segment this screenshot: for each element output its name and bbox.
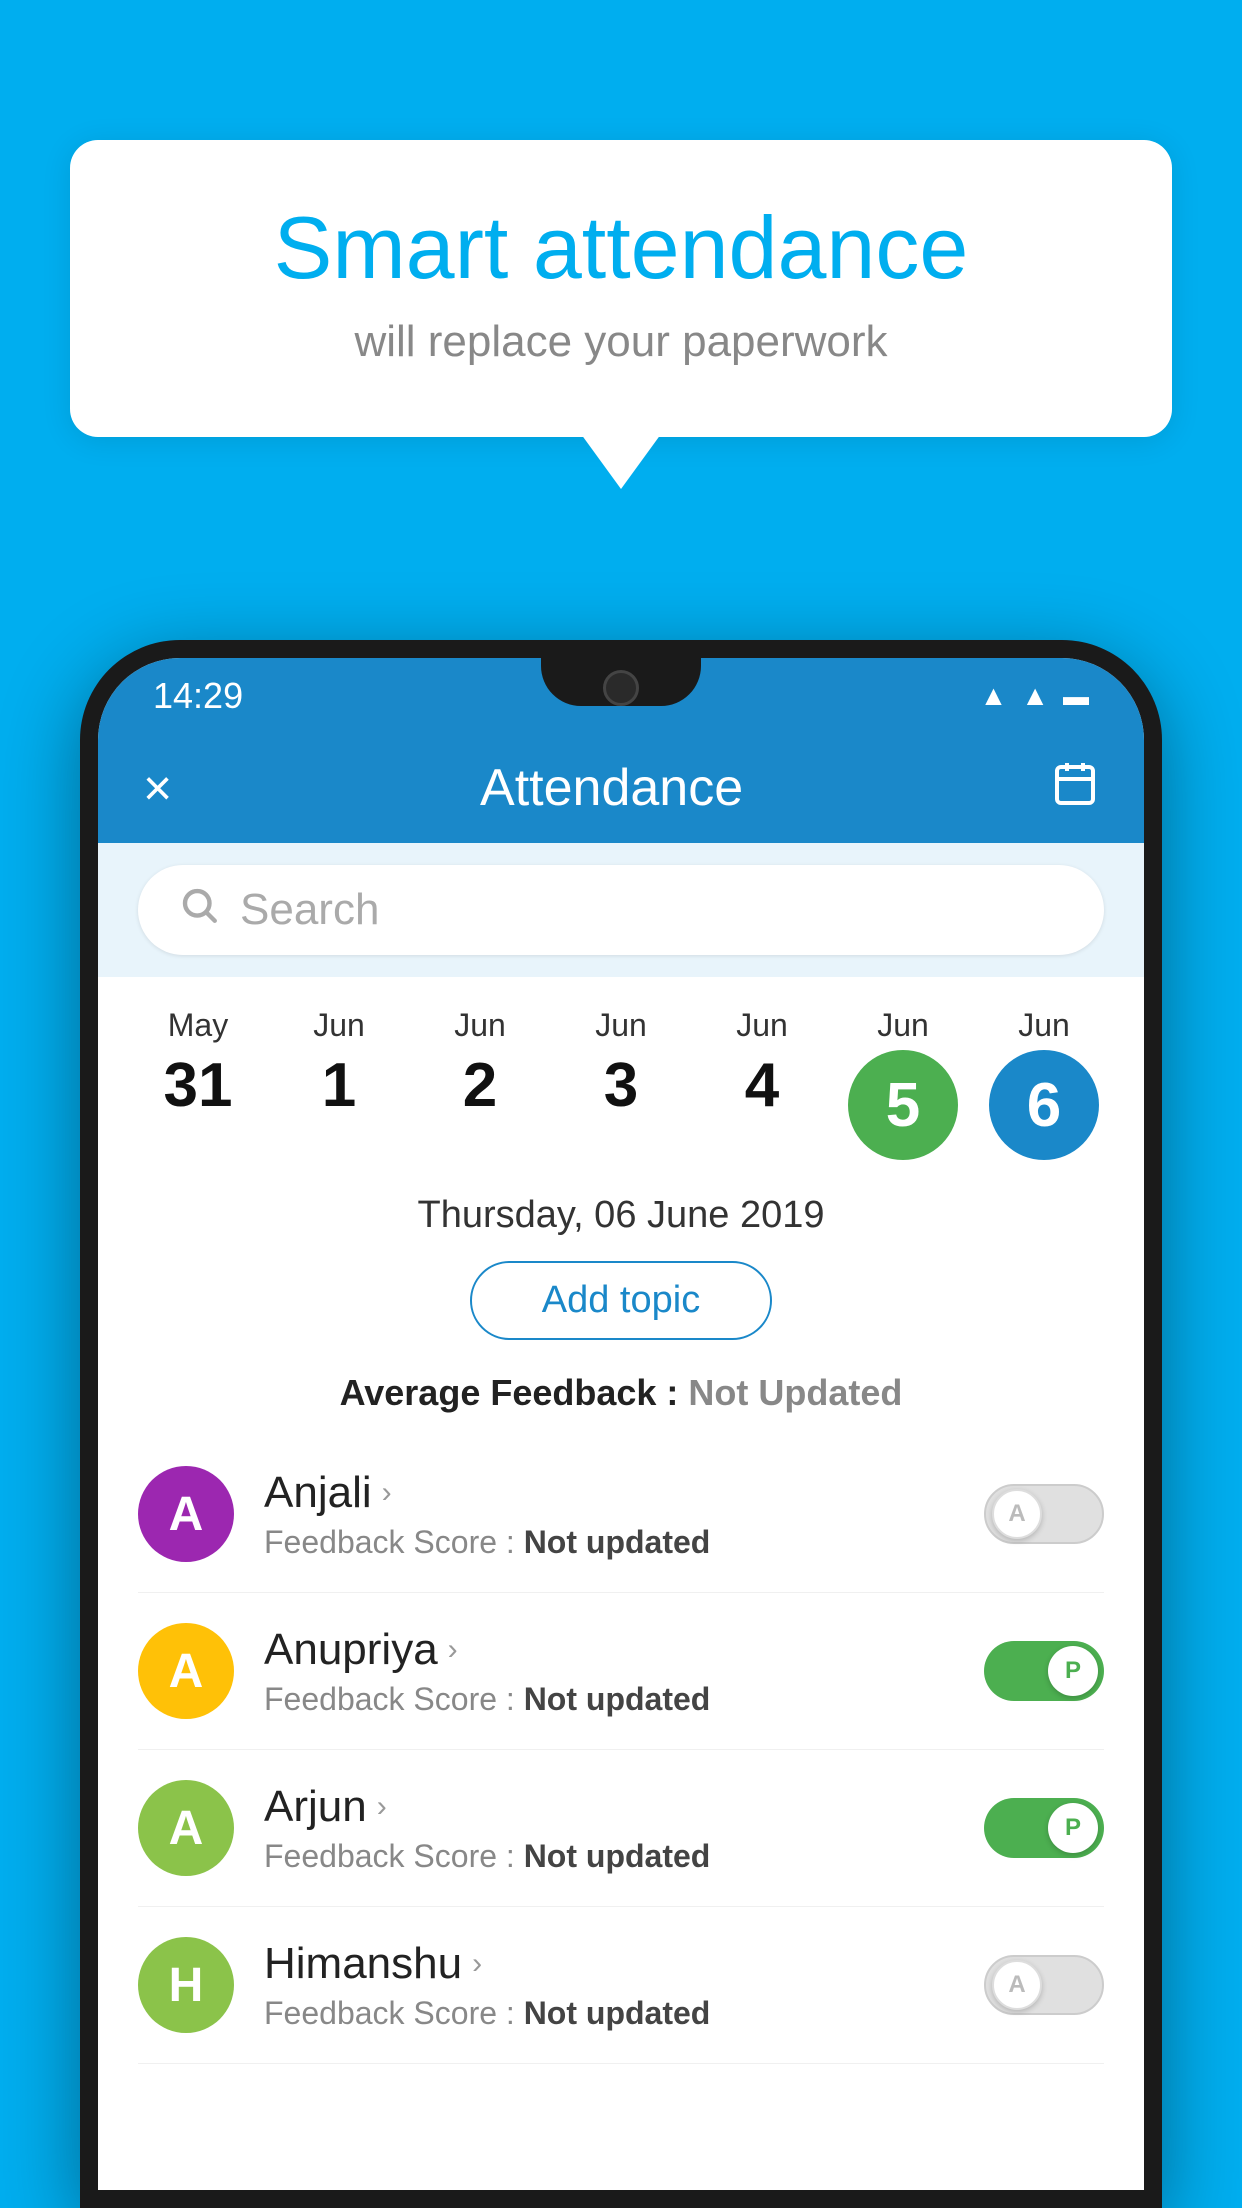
feedback-value: Not updated	[524, 1838, 711, 1874]
toggle-container[interactable]: P	[984, 1641, 1104, 1701]
toggle-knob: A	[992, 1489, 1042, 1539]
attendance-toggle[interactable]: A	[984, 1955, 1104, 2015]
attendance-toggle[interactable]: A	[984, 1484, 1104, 1544]
close-button[interactable]: ×	[143, 759, 172, 817]
student-feedback: Feedback Score : Not updated	[264, 1681, 954, 1718]
app-bar: × Attendance	[98, 733, 1144, 843]
student-feedback: Feedback Score : Not updated	[264, 1838, 954, 1875]
cal-day: 2	[463, 1050, 497, 1121]
student-info: Himanshu › Feedback Score : Not updated	[264, 1939, 954, 2032]
toggle-knob: P	[1048, 1646, 1098, 1696]
student-name: Arjun ›	[264, 1782, 954, 1832]
cal-month: Jun	[736, 1007, 788, 1044]
cal-day: 31	[164, 1050, 233, 1121]
chevron-icon: ›	[382, 1476, 392, 1510]
toggle-knob: P	[1048, 1803, 1098, 1853]
student-item-0[interactable]: A Anjali › Feedback Score : Not updated A	[138, 1436, 1104, 1593]
student-name: Anjali ›	[264, 1468, 954, 1518]
battery-icon	[1063, 679, 1089, 713]
search-bar-container: Search	[98, 843, 1144, 977]
app-bar-title: Attendance	[480, 758, 743, 818]
speech-bubble-title: Smart attendance	[150, 200, 1092, 297]
calendar-day-6[interactable]: Jun 6	[984, 1007, 1104, 1160]
calendar-icon[interactable]	[1051, 759, 1099, 818]
chevron-icon: ›	[377, 1790, 387, 1824]
cal-month: Jun	[313, 1007, 365, 1044]
phone-inner: 14:29 × Attendance	[98, 658, 1144, 2190]
average-feedback: Average Feedback : Not Updated	[98, 1360, 1144, 1436]
chevron-icon: ›	[448, 1633, 458, 1667]
wifi-icon	[980, 679, 1008, 713]
student-item-2[interactable]: A Arjun › Feedback Score : Not updated P	[138, 1750, 1104, 1907]
search-input[interactable]: Search	[240, 885, 1064, 935]
cal-month: Jun	[1018, 1007, 1070, 1044]
toggle-container[interactable]: A	[984, 1484, 1104, 1544]
phone-notch	[541, 658, 701, 706]
student-info: Anjali › Feedback Score : Not updated	[264, 1468, 954, 1561]
avg-value: Not Updated	[688, 1372, 902, 1413]
camera-dot	[603, 670, 639, 706]
signal-icon	[1021, 679, 1049, 713]
feedback-value: Not updated	[524, 1995, 711, 2031]
student-feedback: Feedback Score : Not updated	[264, 1524, 954, 1561]
toggle-container[interactable]: P	[984, 1798, 1104, 1858]
cal-month: Jun	[454, 1007, 506, 1044]
student-avatar: H	[138, 1937, 234, 2033]
calendar-row: May 31 Jun 1 Jun 2 Jun 3 Jun 4 Jun 5 Jun 6	[98, 977, 1144, 1170]
student-name: Himanshu ›	[264, 1939, 954, 1989]
feedback-value: Not updated	[524, 1681, 711, 1717]
status-icons	[980, 679, 1089, 713]
cal-month: May	[168, 1007, 228, 1044]
add-topic-container: Add topic	[98, 1251, 1144, 1360]
cal-day: 3	[604, 1050, 638, 1121]
toggle-container[interactable]: A	[984, 1955, 1104, 2015]
cal-day-selected: 5	[848, 1050, 958, 1160]
calendar-day-2[interactable]: Jun 2	[420, 1007, 540, 1121]
avg-label: Average Feedback :	[340, 1372, 689, 1413]
search-icon	[178, 884, 220, 936]
calendar-day-0[interactable]: May 31	[138, 1007, 258, 1121]
cal-month: Jun	[595, 1007, 647, 1044]
attendance-toggle[interactable]: P	[984, 1798, 1104, 1858]
chevron-icon: ›	[472, 1947, 482, 1981]
cal-day-selected: 6	[989, 1050, 1099, 1160]
cal-month: Jun	[877, 1007, 929, 1044]
feedback-value: Not updated	[524, 1524, 711, 1560]
student-info: Anupriya › Feedback Score : Not updated	[264, 1625, 954, 1718]
speech-bubble-container: Smart attendance will replace your paper…	[70, 140, 1172, 437]
student-info: Arjun › Feedback Score : Not updated	[264, 1782, 954, 1875]
calendar-day-5[interactable]: Jun 5	[843, 1007, 963, 1160]
phone-frame: 14:29 × Attendance	[80, 640, 1162, 2208]
student-name: Anupriya ›	[264, 1625, 954, 1675]
cal-day: 1	[322, 1050, 356, 1121]
student-feedback: Feedback Score : Not updated	[264, 1995, 954, 2032]
calendar-day-3[interactable]: Jun 3	[561, 1007, 681, 1121]
cal-day: 4	[745, 1050, 779, 1121]
student-list: AAnjali ›Feedback Score : Not updatedAAA…	[98, 1436, 1144, 2064]
selected-date: Thursday, 06 June 2019	[98, 1170, 1144, 1251]
student-item-3[interactable]: H Himanshu › Feedback Score : Not updated A	[138, 1907, 1104, 2064]
toggle-knob: A	[992, 1960, 1042, 2010]
speech-bubble-subtitle: will replace your paperwork	[150, 317, 1092, 367]
student-avatar: A	[138, 1780, 234, 1876]
calendar-day-4[interactable]: Jun 4	[702, 1007, 822, 1121]
student-item-1[interactable]: A Anupriya › Feedback Score : Not updated P	[138, 1593, 1104, 1750]
speech-bubble: Smart attendance will replace your paper…	[70, 140, 1172, 437]
status-time: 14:29	[153, 675, 243, 717]
search-bar[interactable]: Search	[138, 865, 1104, 955]
add-topic-button[interactable]: Add topic	[470, 1261, 772, 1340]
student-avatar: A	[138, 1623, 234, 1719]
calendar-day-1[interactable]: Jun 1	[279, 1007, 399, 1121]
student-avatar: A	[138, 1466, 234, 1562]
attendance-toggle[interactable]: P	[984, 1641, 1104, 1701]
